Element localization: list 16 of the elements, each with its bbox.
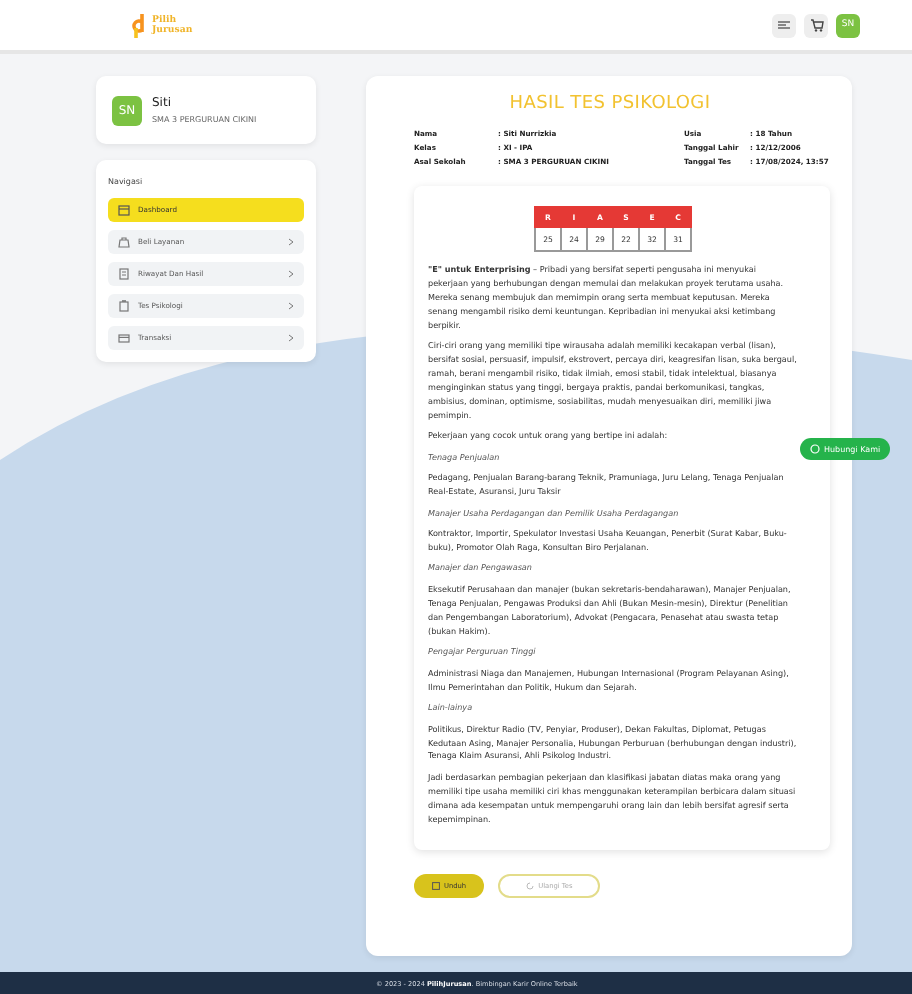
chevron-icon xyxy=(288,238,294,246)
refresh-icon xyxy=(526,882,535,891)
page-title: HASIL TES PSIKOLOGI xyxy=(507,94,713,114)
chevron-icon xyxy=(288,270,294,278)
nav-icon xyxy=(118,236,130,248)
chevron-icon xyxy=(288,334,294,342)
cart-icon[interactable] xyxy=(804,13,828,37)
chevron-icon xyxy=(288,302,294,310)
nav-icon xyxy=(118,332,130,344)
nav-icon xyxy=(118,268,130,280)
chat-icon xyxy=(810,444,820,454)
logo-icon xyxy=(132,13,148,37)
nav-icon xyxy=(118,204,130,216)
download-icon xyxy=(432,882,440,891)
nav-icon xyxy=(118,300,130,312)
menu-icon[interactable] xyxy=(772,13,796,37)
